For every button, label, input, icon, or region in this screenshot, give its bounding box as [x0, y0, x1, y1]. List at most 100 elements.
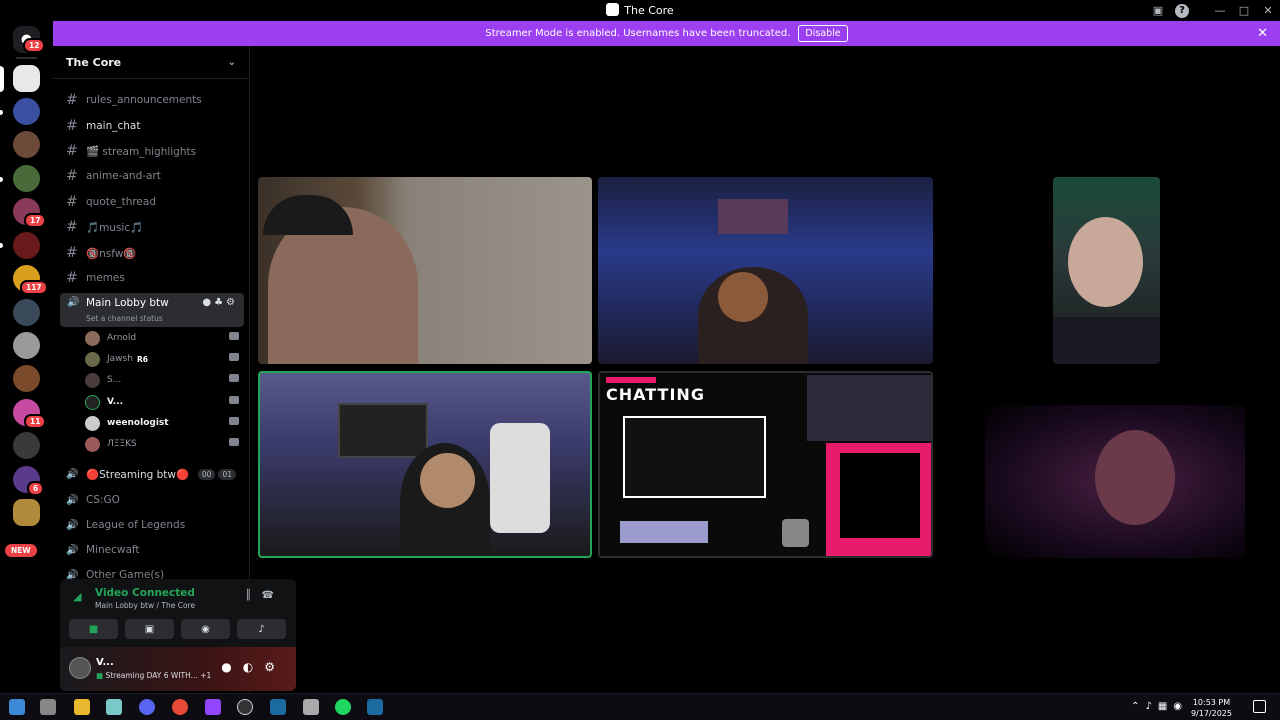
- voice-status-title[interactable]: Video Connected: [95, 587, 195, 599]
- hash-icon: #: [66, 168, 78, 184]
- task-view-button[interactable]: [40, 699, 56, 715]
- camera-icon: [229, 374, 239, 382]
- user-controls[interactable]: ●◐⚙: [221, 660, 286, 674]
- voice-channel-actions[interactable]: ●♣⚙: [202, 297, 238, 308]
- voice-channel-streaming[interactable]: 🔊 🔴Streaming btw🔴 00 01: [66, 464, 246, 484]
- signal-icon[interactable]: ◢: [73, 590, 81, 603]
- speaker-icon: 🔊: [66, 468, 79, 480]
- video-tile[interactable]: [1053, 177, 1160, 364]
- soundboard-button[interactable]: ♪: [237, 619, 286, 639]
- discord-app[interactable]: [139, 699, 155, 715]
- user-status: ■ Streaming DAY 6 WITH... +1: [96, 671, 212, 680]
- voice-member[interactable]: weenologist: [85, 414, 245, 432]
- server-10[interactable]: [13, 365, 40, 392]
- steam-app-2[interactable]: [367, 699, 383, 715]
- dm-badge: 12: [23, 38, 46, 53]
- new-badge: NEW: [5, 544, 37, 557]
- gamepad-icon: ◉: [201, 623, 210, 635]
- clock[interactable]: 10:53 PM 9/17/2025: [1191, 697, 1232, 719]
- channel-nsfw[interactable]: # 🔞nsfw🔞: [66, 243, 136, 263]
- hash-icon: #: [66, 219, 78, 235]
- screen-share-tile[interactable]: CHATTING: [598, 371, 933, 558]
- server-8[interactable]: [13, 299, 40, 326]
- steam-app[interactable]: [270, 699, 286, 715]
- server-9[interactable]: [13, 332, 40, 359]
- minimize-button[interactable]: —: [1208, 0, 1232, 21]
- hash-icon: #: [66, 194, 78, 210]
- guild-header[interactable]: The Core ⌄: [53, 46, 249, 79]
- disable-streamer-mode-button[interactable]: Disable: [798, 25, 848, 42]
- voice-channel-league[interactable]: 🔊 League of Legends: [66, 515, 185, 535]
- channel-quote-thread[interactable]: # quote_thread: [66, 192, 156, 212]
- chevron-down-icon: ⌄: [227, 56, 236, 68]
- inbox-icon[interactable]: ▣: [1146, 0, 1170, 21]
- voice-channel-csgo[interactable]: 🔊 CS:GO: [66, 490, 120, 510]
- channel-memes[interactable]: # memes: [66, 268, 125, 288]
- notification-icon[interactable]: [1253, 700, 1266, 713]
- video-tile[interactable]: [258, 177, 592, 364]
- obs-app[interactable]: [237, 699, 253, 715]
- avatar[interactable]: [69, 657, 91, 679]
- server-the-core[interactable]: [13, 65, 40, 92]
- server-badge: 17: [24, 213, 47, 228]
- voice-channel-minecwaft[interactable]: 🔊 Minecwaft: [66, 540, 140, 560]
- channel-main-chat[interactable]: # main_chat: [66, 116, 140, 136]
- active-server-pill: [0, 66, 4, 92]
- server-3[interactable]: [13, 131, 40, 158]
- start-button[interactable]: [9, 699, 25, 715]
- video-tile[interactable]: [985, 405, 1245, 558]
- activities-button[interactable]: ◉: [181, 619, 230, 639]
- help-button[interactable]: ?: [1170, 0, 1194, 21]
- voice-member[interactable]: ЛΞΞKS: [85, 435, 245, 453]
- speaker-icon: 🔊: [66, 494, 79, 506]
- voice-member[interactable]: Arnold: [85, 329, 245, 347]
- chrome-app[interactable]: [172, 699, 188, 715]
- user-panel: V... ■ Streaming DAY 6 WITH... +1 ●◐⚙: [60, 647, 296, 691]
- guild-name: The Core: [66, 55, 122, 69]
- close-window-button[interactable]: ✕: [1256, 0, 1280, 21]
- server-6[interactable]: [13, 232, 40, 259]
- speaker-icon: 🔊: [66, 519, 79, 531]
- file-explorer-app[interactable]: [74, 699, 90, 715]
- server-badge: 11: [24, 414, 47, 429]
- voice-channel-main-lobby[interactable]: 🔊 Main Lobby btw Set a channel status ●♣…: [60, 293, 244, 327]
- camera-button[interactable]: ■: [69, 619, 118, 639]
- app-icon[interactable]: [303, 699, 319, 715]
- server-12[interactable]: [13, 432, 40, 459]
- camera-icon: [229, 438, 239, 446]
- close-banner-icon[interactable]: ✕: [1257, 26, 1268, 41]
- hash-icon: #: [66, 92, 78, 108]
- app-icon: [606, 3, 620, 16]
- video-tile-speaking[interactable]: [258, 371, 592, 558]
- server-2[interactable]: [13, 98, 40, 125]
- stream-overlay-heading: CHATTING: [606, 385, 705, 404]
- server-rail: ● 12 17 117 11 6 NEW: [0, 21, 53, 693]
- server-14[interactable]: [13, 499, 40, 526]
- speaker-icon: 🔊: [67, 297, 80, 308]
- camera-icon: [229, 332, 239, 340]
- voice-member[interactable]: V...: [85, 393, 245, 411]
- spotify-app[interactable]: [335, 699, 351, 715]
- channel-music[interactable]: # 🎵music🎵: [66, 217, 143, 237]
- video-tile[interactable]: [598, 177, 933, 364]
- voice-connection-panel: ◢ Video Connected Main Lobby btw / The C…: [60, 579, 296, 691]
- channel-anime-and-art[interactable]: # anime-and-art: [66, 166, 161, 186]
- maximize-button[interactable]: □: [1232, 0, 1256, 21]
- camera-icon: [229, 353, 239, 361]
- voice-member[interactable]: Jawsh R6: [85, 350, 245, 368]
- channel-status[interactable]: Set a channel status: [86, 314, 163, 323]
- server-4[interactable]: [13, 165, 40, 192]
- camera-icon: ■: [88, 623, 99, 635]
- voice-panel-actions[interactable]: ║☎: [246, 590, 284, 601]
- avatar: [85, 372, 100, 388]
- hash-icon: #: [66, 143, 78, 159]
- app-icon[interactable]: [106, 699, 122, 715]
- channel-stream-highlights[interactable]: # 🎬 stream_highlights: [66, 141, 196, 161]
- voice-member[interactable]: S...: [85, 371, 245, 389]
- voice-status-subtitle[interactable]: Main Lobby btw / The Core: [95, 601, 195, 610]
- twitch-app[interactable]: [205, 699, 221, 715]
- avatar: [85, 351, 100, 367]
- screen-share-button[interactable]: ▣: [125, 619, 174, 639]
- channel-rules-announcements[interactable]: # rules_announcements: [66, 90, 202, 110]
- system-tray[interactable]: ⌃♪▦◉: [1131, 701, 1188, 712]
